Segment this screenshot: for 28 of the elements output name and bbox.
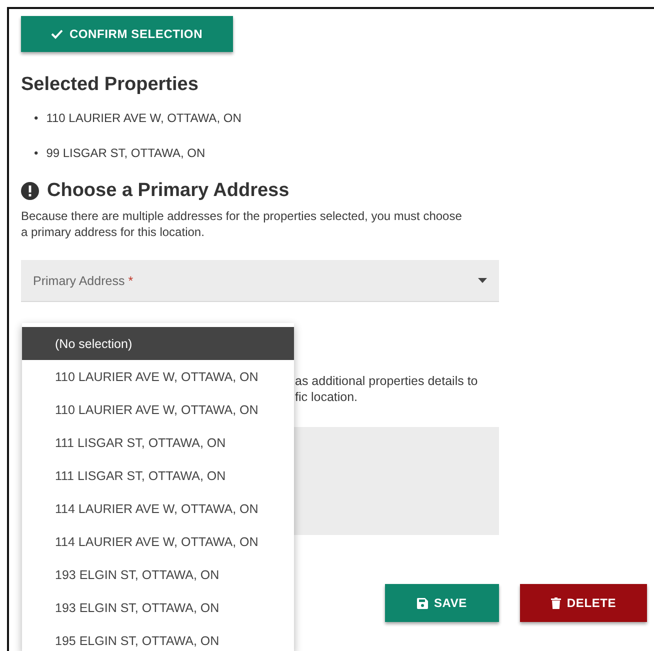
dropdown-option[interactable]: 114 LAURIER AVE W, OTTAWA, ON [22,492,294,525]
trash-icon [550,597,561,609]
save-button[interactable]: SAVE [385,584,499,622]
dropdown-option[interactable]: 195 ELGIN ST, OTTAWA, ON [22,624,294,651]
bullet: • [34,145,38,162]
dropdown-option[interactable]: 193 ELGIN ST, OTTAWA, ON [22,558,294,591]
property-address: 99 LISGAR ST, OTTAWA, ON [46,145,206,162]
bullet: • [34,110,38,127]
confirm-selection-button[interactable]: CONFIRM SELECTION [21,16,233,52]
dropdown-option[interactable]: 111 LISGAR ST, OTTAWA, ON [22,426,294,459]
section-heading: Selected Properties [21,74,200,96]
property-address: 110 LAURIER AVE W, OTTAWA, ON [46,110,242,127]
dropdown-option[interactable]: 193 ELGIN ST, OTTAWA, ON [22,591,294,624]
section-heading: Choose a Primary Address [47,180,290,202]
dropdown-option[interactable]: (No selection) [22,327,294,360]
check-icon [51,29,64,39]
instruction-text: Because there are multiple addresses for the properties selected, you must choose a primary address for this location. [21,208,463,240]
dropdown-option[interactable]: 114 LAURIER AVE W, OTTAWA, ON [22,525,294,558]
delete-button[interactable]: DELETE [520,584,647,622]
dropdown-option[interactable]: 110 LAURIER AVE W, OTTAWA, ON [22,360,294,393]
dropdown-option[interactable]: 110 LAURIER AVE W, OTTAWA, ON [22,393,294,426]
dropdown-option[interactable]: 111 LISGAR ST, OTTAWA, ON [22,459,294,492]
primary-address-select[interactable]: Primary Address * [21,260,499,302]
description-text: as additional properties details to [294,373,479,389]
exclamation-circle-icon [21,182,39,200]
caret-icon [478,278,487,283]
description-text: fic location. [294,389,359,405]
text-area[interactable] [292,427,499,535]
